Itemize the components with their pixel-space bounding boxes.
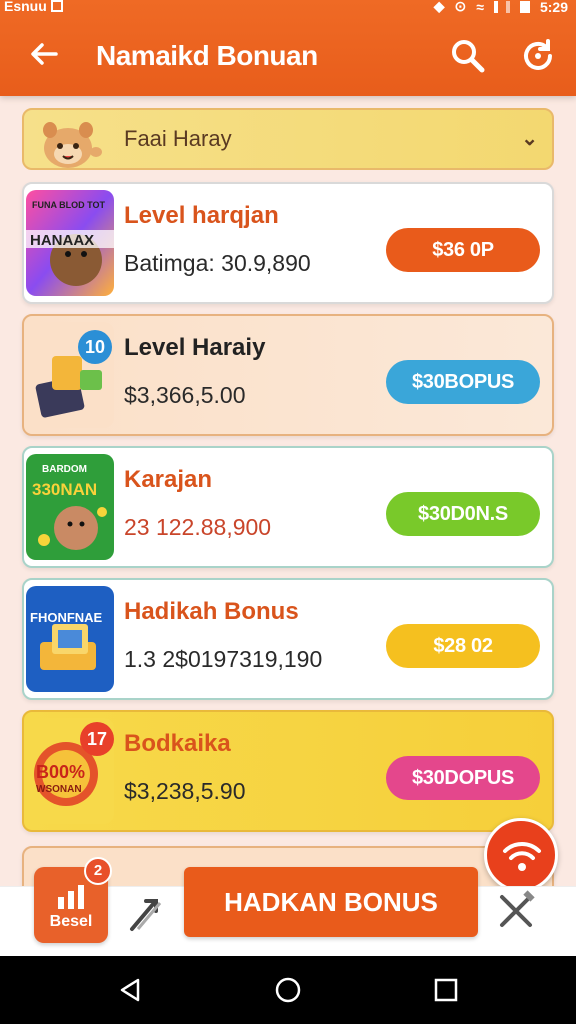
refresh-icon[interactable]: [518, 36, 558, 76]
back-nav-icon[interactable]: [116, 976, 144, 1004]
wifi-fab-button[interactable]: [484, 818, 558, 892]
status-left: Esnuu: [4, 0, 63, 14]
mascot-icon: [43, 122, 102, 168]
notification-badge: 2: [84, 857, 112, 885]
app-header: Esnuu ◆ ⊙ ≈ 5:29 Namaikd Bonuan: [0, 0, 576, 96]
battery-icon: [519, 0, 530, 13]
game-thumbnail: BARDOM 330NAN: [26, 454, 114, 560]
game-thumbnail: FUNA BLOD TOT HANAAX: [26, 190, 114, 296]
clock: 5:29: [539, 0, 568, 15]
wifi-icon: [503, 841, 541, 871]
thumb-text: 330NAN: [32, 480, 98, 499]
wifi-icon: ≈: [476, 0, 484, 15]
game-thumbnail: FHONFNAE: [26, 586, 114, 692]
home-nav-icon[interactable]: [274, 976, 302, 1004]
thumb-top-text: FUNA BLOD TOT: [32, 200, 105, 210]
bar-chart-icon: [58, 885, 84, 909]
bonus-card[interactable]: 10 Level Haraiy $3,366,5.00 $30BOPUS: [22, 314, 554, 436]
thumb-top-text: WSONAN: [36, 784, 82, 795]
status-bar: Esnuu ◆ ⊙ ≈ 5:29: [0, 0, 576, 18]
bonus-card[interactable]: FUNA BLOD TOT HANAAX Level harqjan Batim…: [22, 182, 554, 304]
filter-dropdown[interactable]: Faai Haray ⌄: [22, 108, 554, 170]
bonus-name: Level Haraiy: [124, 334, 266, 361]
claim-button[interactable]: $30BOPUS: [386, 360, 540, 404]
level-badge: 17: [80, 722, 114, 756]
claim-button[interactable]: $36 0P: [386, 228, 540, 272]
bonus-list[interactable]: Faai Haray ⌄ FUNA BLOD TOT HANAAX Level …: [0, 96, 576, 886]
tools-icon[interactable]: [494, 889, 538, 933]
bonus-amount: Batimga: 30.9,890: [124, 250, 311, 276]
notification-icon: [50, 0, 63, 12]
bonus-card[interactable]: FHONFNAE Hadikah Bonus 1.3 2$0197319,190…: [22, 578, 554, 700]
bonus-amount: 1.3 2$0197319,190: [124, 646, 323, 672]
bonus-card[interactable]: BARDOM 330NAN Karajan 23 122.88,900 $30D…: [22, 446, 554, 568]
level-tab-button[interactable]: Besel 2: [34, 857, 112, 943]
bonus-amount: $3,238,5.90: [124, 778, 246, 804]
level-badge: 10: [78, 330, 112, 364]
carrier-label: Esnuu: [4, 0, 47, 14]
status-right: ◆ ⊙ ≈ 5:29: [434, 0, 568, 15]
signal-icon: [493, 0, 510, 13]
chevron-down-icon: ⌄: [521, 128, 538, 150]
recents-nav-icon[interactable]: [432, 976, 460, 1004]
bonus-card[interactable]: B00% WSONAN 17 Bodkaika $3,238,5.90 $30D…: [22, 710, 554, 832]
page-title: Namaikd Bonuan: [96, 40, 318, 71]
cursor-arrow-icon[interactable]: [124, 889, 172, 937]
search-icon[interactable]: [448, 36, 488, 76]
claim-bonus-button[interactable]: HADKAN BONUS: [184, 867, 478, 937]
bonus-amount: 23 122.88,900: [124, 514, 272, 540]
claim-button[interactable]: $30D0N.S: [386, 492, 540, 536]
filter-label: Faai Haray: [124, 126, 232, 151]
thumb-text: B00%: [36, 762, 86, 782]
bonus-name: Bodkaika: [124, 730, 231, 757]
claim-button[interactable]: $28 02: [386, 624, 540, 668]
alarm-icon: ⊙: [454, 0, 467, 14]
bonus-amount: $3,366,5.00: [124, 382, 246, 408]
bonus-name: Level harqjan: [124, 202, 279, 229]
thumb-text: FHONFNAE: [30, 610, 103, 625]
location-icon: ◆: [433, 0, 445, 14]
bottom-action-bar: Besel 2 HADKAN BONUS: [0, 857, 576, 956]
system-nav-bar: [0, 956, 576, 1024]
claim-button[interactable]: $30DOPUS: [386, 756, 540, 800]
bonus-name: Karajan: [124, 466, 213, 493]
bonus-name: Hadikah Bonus: [124, 598, 299, 625]
thumb-top-text: BARDOM: [42, 464, 87, 475]
back-arrow-icon[interactable]: [28, 38, 60, 70]
thumb-text: HANAAX: [30, 232, 95, 249]
level-tab-label: Besel: [49, 913, 93, 930]
